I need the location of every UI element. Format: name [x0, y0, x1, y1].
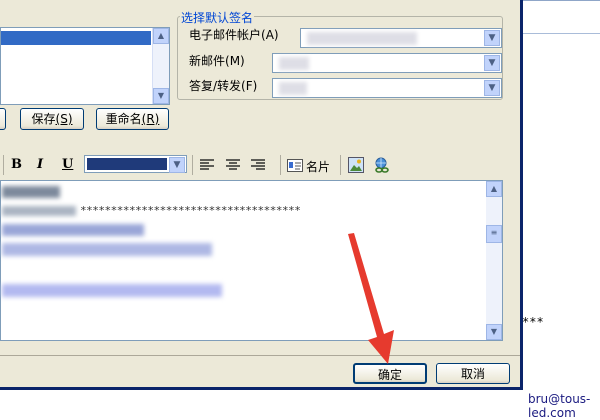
- hyperlink-icon[interactable]: [373, 157, 391, 173]
- redacted-text: [2, 186, 60, 198]
- chevron-down-icon[interactable]: ▼: [169, 157, 185, 173]
- chevron-down-icon[interactable]: ▼: [484, 30, 500, 46]
- chevron-down-icon[interactable]: ▼: [484, 80, 500, 96]
- new-mail-value: [279, 57, 309, 70]
- toolbar-separator: [192, 155, 193, 175]
- redacted-text: [2, 224, 144, 236]
- scroll-down-icon[interactable]: ▼: [486, 324, 502, 340]
- business-card-icon: [287, 159, 303, 172]
- italic-button[interactable]: I: [37, 157, 43, 172]
- business-card-label: 名片: [306, 160, 331, 174]
- redacted-text: [2, 243, 212, 256]
- editor-scrollbar[interactable]: ▲ ≡ ▼: [486, 181, 502, 340]
- email-account-value: [307, 32, 417, 45]
- picture-icon[interactable]: [348, 157, 364, 173]
- reply-forward-value: [279, 82, 307, 95]
- scroll-thumb[interactable]: ≡: [486, 225, 502, 243]
- chevron-down-icon[interactable]: ▼: [484, 55, 500, 71]
- align-right-icon[interactable]: [250, 158, 266, 172]
- redacted-text: [2, 284, 222, 297]
- toolbar-separator: [340, 155, 341, 175]
- align-left-icon[interactable]: [199, 158, 215, 172]
- font-color-swatch: [87, 158, 167, 170]
- underline-button[interactable]: U: [62, 157, 73, 172]
- new-mail-select[interactable]: ▼: [272, 53, 502, 73]
- scroll-up-icon[interactable]: ▲: [486, 181, 502, 197]
- scroll-down-icon[interactable]: ▼: [153, 88, 169, 104]
- bold-button[interactable]: B: [11, 157, 22, 172]
- font-color-select[interactable]: ▼: [84, 155, 187, 173]
- redacted-text: [2, 206, 76, 216]
- reply-forward-label: 答复/转发(F): [189, 79, 258, 93]
- align-center-icon[interactable]: [225, 158, 241, 172]
- group-title: 选择默认签名: [180, 9, 255, 26]
- background-email-text: bru@tous-led.com: [528, 392, 591, 420]
- email-account-label: 电子邮件帐户(A): [189, 28, 279, 42]
- background-stars-text: ***: [522, 315, 544, 329]
- toolbar-separator: [280, 155, 281, 175]
- selected-signature-item[interactable]: [1, 31, 151, 45]
- cancel-button[interactable]: 取消: [436, 363, 510, 384]
- red-arrow-annotation: [348, 233, 394, 364]
- background-divider: [520, 0, 600, 1]
- save-button[interactable]: 保存(S): [20, 108, 84, 130]
- signature-list[interactable]: ▲ ▼: [0, 27, 170, 105]
- background-divider: [520, 33, 600, 34]
- partial-button[interactable]: [0, 108, 6, 130]
- rename-button[interactable]: 重命名(R): [96, 108, 169, 130]
- email-account-select[interactable]: ▼: [300, 28, 502, 48]
- reply-forward-select[interactable]: ▼: [272, 78, 502, 98]
- list-scrollbar[interactable]: ▲ ▼: [152, 28, 169, 104]
- footer-divider: [0, 355, 520, 356]
- editor-stars-line: ************************************: [80, 204, 301, 217]
- new-mail-label: 新邮件(M): [189, 54, 245, 68]
- scroll-up-icon[interactable]: ▲: [153, 28, 169, 44]
- toolbar-separator: [3, 155, 4, 175]
